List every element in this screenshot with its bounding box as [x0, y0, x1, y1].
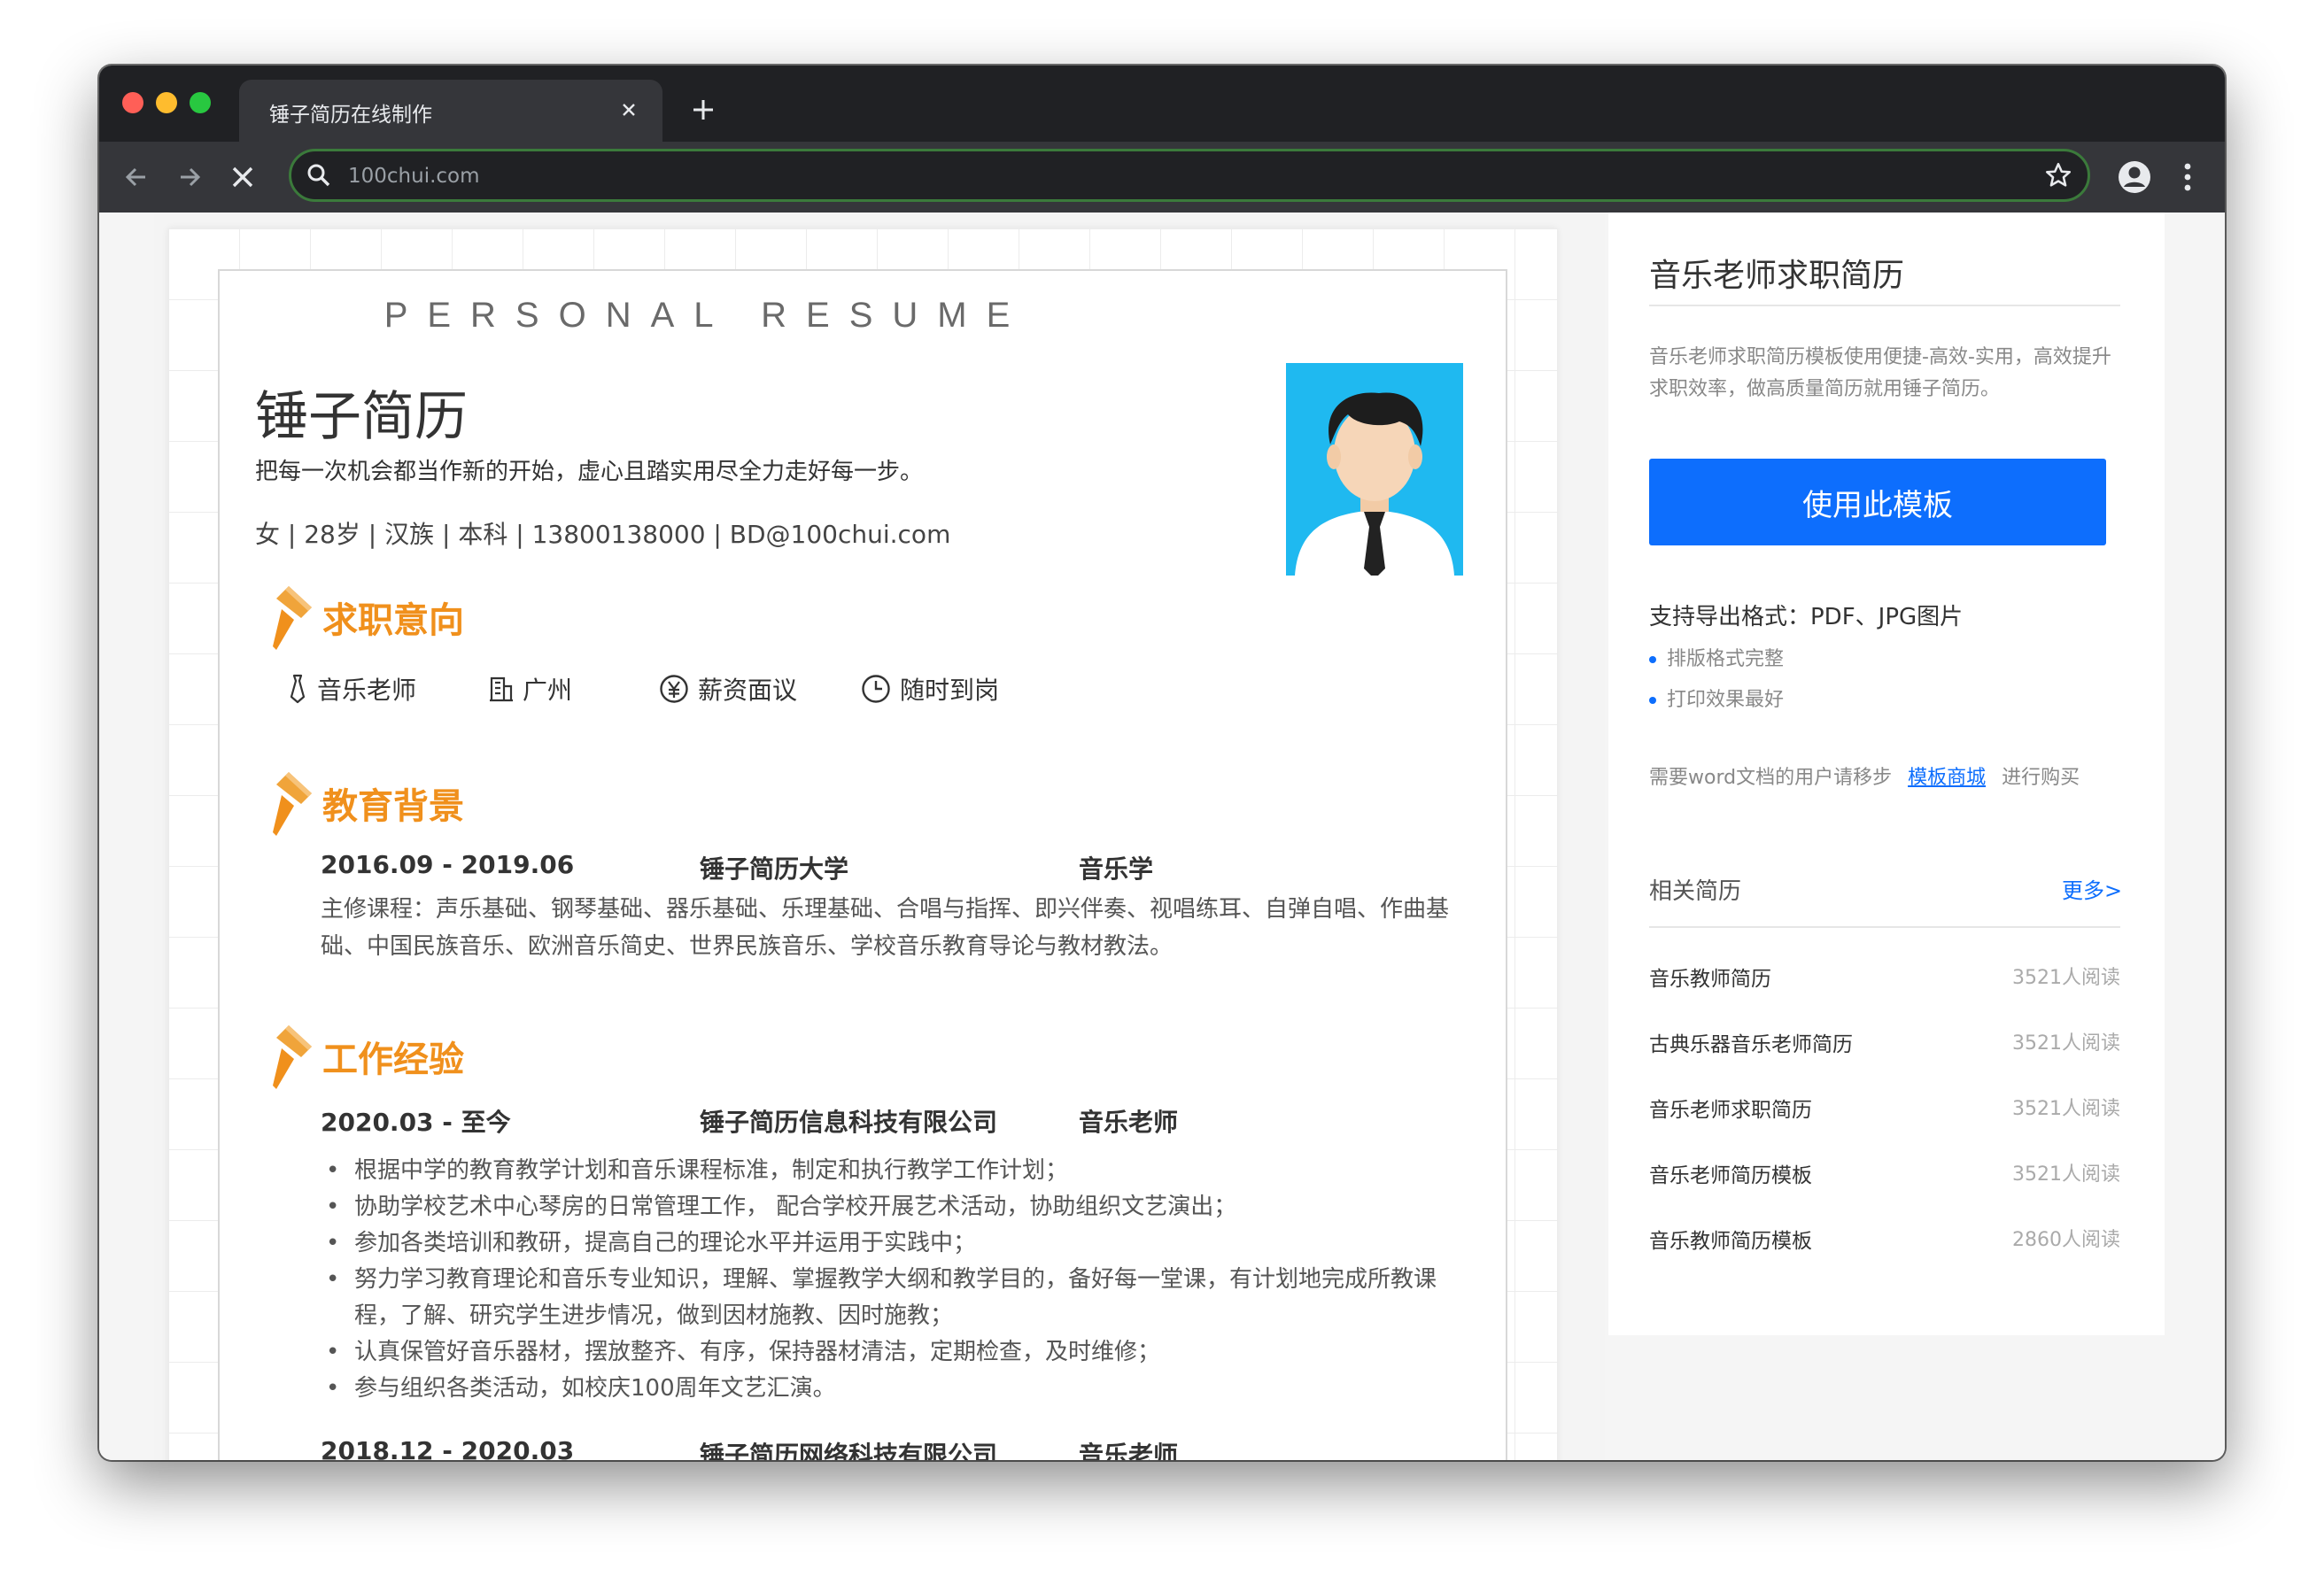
- yen-coin-icon: [660, 675, 688, 703]
- template-title: 音乐老师求职简历: [1649, 258, 1905, 294]
- intent-availability-label: 随时到岗: [900, 676, 1000, 705]
- template-store-link[interactable]: 模板商城: [1908, 767, 1986, 789]
- section-intent-header: 求职意向: [271, 584, 625, 652]
- pencil-icon: [273, 772, 312, 836]
- template-sidebar: 音乐老师求职简历 音乐老师求职简历模板使用便捷-高效-实用，高效提升求职效率，做…: [1608, 213, 2165, 1335]
- education-major: 音乐学: [1079, 854, 1154, 884]
- related-resume-link[interactable]: 音乐老师求职简历: [1649, 1093, 1812, 1123]
- pencil-icon: [273, 1025, 312, 1089]
- feature-item: 排版格式完整: [1649, 643, 1784, 671]
- intent-city: 广州: [489, 669, 572, 708]
- section-work-header: 工作经验: [271, 1024, 625, 1091]
- related-resume-link[interactable]: 音乐老师简历模板: [1649, 1158, 1812, 1188]
- resume-heading: PERSONAL RESUME: [383, 296, 1030, 335]
- more-menu-icon[interactable]: [2166, 156, 2209, 198]
- browser-tab[interactable]: 锤子简历在线制作: [239, 80, 662, 142]
- job-1-period: 2020.03 - 至今: [321, 1108, 511, 1137]
- word-note-prefix: 需要word文档的用户请移步: [1649, 767, 1893, 789]
- read-count: 3521人阅读: [2012, 1163, 2120, 1186]
- resume-preview-area: PERSONAL RESUME 锤子简历 把每一次机会都当作新的开始，虚心且踏实…: [154, 213, 1605, 1460]
- clock-icon: [862, 675, 890, 703]
- read-count: 3521人阅读: [2012, 967, 2120, 989]
- word-doc-note: 需要word文档的用户请移步 模板商城 进行购买: [1649, 761, 2080, 790]
- bullet-dot-icon: [1649, 697, 1656, 704]
- search-icon: [306, 162, 332, 192]
- browser-toolbar: 100chui.com: [99, 142, 2225, 213]
- divider: [1649, 926, 2120, 928]
- tab-close-icon[interactable]: [613, 94, 645, 126]
- building-icon: [490, 676, 513, 702]
- pencil-icon: [273, 586, 312, 650]
- read-count: 3521人阅读: [2012, 1098, 2120, 1120]
- template-description: 音乐老师求职简历模板使用便捷-高效-实用，高效提升求职效率，做高质量简历就用锤子…: [1649, 346, 2111, 400]
- divider: [1649, 305, 2120, 306]
- job-2-period: 2018.12 - 2020.03: [321, 1436, 575, 1460]
- education-school: 锤子简历大学: [700, 854, 849, 884]
- duty-item: 参加各类培训和教研，提高自己的理论水平并运用于实践中；: [321, 1225, 1463, 1262]
- bookmark-star-icon[interactable]: [2043, 160, 2073, 194]
- job-1-role: 音乐老师: [1079, 1108, 1179, 1137]
- candidate-motto: 把每一次机会都当作新的开始，虚心且踏实用尽全力走好每一步。: [255, 459, 924, 485]
- duty-item: 协助学校艺术中心琴房的日常管理工作， 配合学校开展艺术活动，协助组织文艺演出；: [321, 1189, 1463, 1225]
- resume-paper: PERSONAL RESUME 锤子简历 把每一次机会都当作新的开始，虚心且踏实…: [168, 228, 1557, 1460]
- intent-city-label: 广州: [523, 676, 573, 705]
- job-1-company: 锤子简历信息科技有限公司: [700, 1108, 998, 1137]
- forward-arrow-icon[interactable]: [168, 156, 211, 198]
- bullet-dot-icon: [1649, 656, 1656, 663]
- candidate-name: 锤子简历: [255, 386, 468, 448]
- intent-salary: 薪资面议: [659, 669, 797, 708]
- feature-label: 排版格式完整: [1667, 648, 1785, 670]
- browser-window: 锤子简历在线制作 100chui.com PERSONAL RESUME 锤子简…: [99, 66, 2225, 1460]
- section-work-title: 工作经验: [322, 1039, 464, 1080]
- section-education-header: 教育背景: [271, 770, 625, 838]
- feature-label: 打印效果最好: [1667, 689, 1785, 711]
- close-window-button[interactable]: [122, 92, 143, 113]
- duty-item: 努力学习教育理论和音乐专业知识，理解、掌握教学大纲和教学目的，备好每一堂课，有计…: [321, 1262, 1463, 1334]
- related-resume-link[interactable]: 古典乐器音乐老师简历: [1649, 1027, 1853, 1057]
- duty-item: 参与组织各类活动，如校庆100周年文艺汇演。: [321, 1371, 1463, 1407]
- profile-avatar-icon[interactable]: [2113, 156, 2156, 198]
- back-arrow-icon[interactable]: [115, 156, 158, 198]
- intent-position: 音乐老师: [287, 669, 416, 708]
- stop-loading-icon[interactable]: [221, 156, 264, 198]
- candidate-photo: [1286, 363, 1463, 576]
- duty-item: 根据中学的教育教学计划和音乐课程标准，制定和执行教学工作计划；: [321, 1153, 1463, 1189]
- feature-item: 打印效果最好: [1649, 684, 1784, 712]
- export-formats: 支持导出格式：PDF、JPG图片: [1649, 604, 1964, 630]
- maximize-window-button[interactable]: [190, 92, 211, 113]
- intent-salary-label: 薪资面议: [698, 676, 798, 705]
- more-link[interactable]: 更多>: [2062, 873, 2122, 904]
- section-education-title: 教育背景: [322, 786, 464, 827]
- candidate-basic-info: 女 | 28岁 | 汉族 | 本科 | 13800138000 | BD@100…: [255, 520, 951, 549]
- tab-title: 锤子简历在线制作: [269, 104, 432, 127]
- page-viewport: PERSONAL RESUME 锤子简历 把每一次机会都当作新的开始，虚心且踏实…: [99, 213, 2225, 1460]
- read-count: 3521人阅读: [2012, 1032, 2120, 1055]
- resume-frame: PERSONAL RESUME 锤子简历 把每一次机会都当作新的开始，虚心且踏实…: [218, 269, 1507, 1460]
- education-period: 2016.09 - 2019.06: [321, 850, 575, 879]
- section-intent-title: 求职意向: [322, 600, 464, 641]
- minimize-window-button[interactable]: [156, 92, 177, 113]
- word-note-suffix: 进行购买: [2002, 767, 2080, 789]
- read-count: 2860人阅读: [2012, 1229, 2120, 1251]
- address-bar[interactable]: 100chui.com: [289, 149, 2090, 202]
- related-resumes-title: 相关简历: [1649, 878, 1742, 905]
- job-2-company: 锤子简历网络科技有限公司: [700, 1441, 998, 1460]
- job-1-duties: 根据中学的教育教学计划和音乐课程标准，制定和执行教学工作计划； 协助学校艺术中心…: [321, 1153, 1463, 1407]
- duty-item: 认真保管好音乐器材，摆放整齐、有序，保持器材清洁，定期检查，及时维修；: [321, 1334, 1463, 1371]
- new-tab-icon[interactable]: [684, 90, 723, 129]
- intent-position-label: 音乐老师: [317, 676, 417, 705]
- tie-icon: [290, 674, 306, 704]
- job-2-role: 音乐老师: [1079, 1441, 1179, 1460]
- tab-bar: 锤子简历在线制作: [99, 66, 2225, 142]
- url-text: 100chui.com: [348, 165, 480, 188]
- use-template-button[interactable]: 使用此模板: [1649, 459, 2106, 545]
- intent-availability: 随时到岗: [861, 669, 999, 708]
- education-courses: 主修课程：声乐基础、钢琴基础、器乐基础、乐理基础、合唱与指挥、即兴伴奏、视唱练耳…: [321, 896, 1450, 960]
- related-resume-link[interactable]: 音乐教师简历模板: [1649, 1224, 1812, 1254]
- related-resume-link[interactable]: 音乐教师简历: [1649, 962, 1771, 992]
